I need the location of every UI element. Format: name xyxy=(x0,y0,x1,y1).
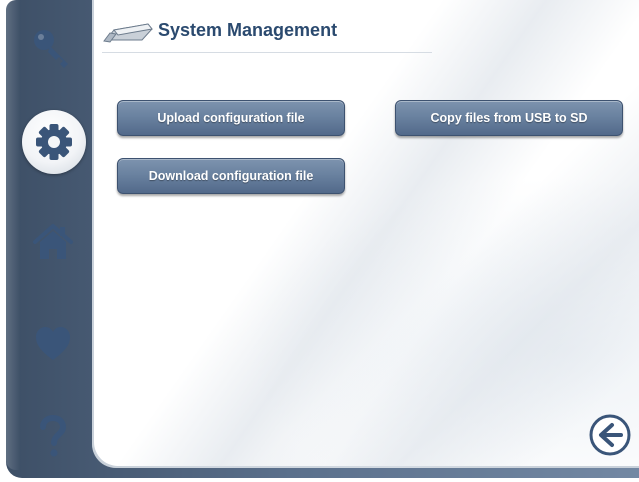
upload-config-label: Upload configuration file xyxy=(157,111,305,125)
back-button[interactable] xyxy=(589,414,631,456)
copy-usb-to-sd-label: Copy files from USB to SD xyxy=(430,111,588,125)
copy-usb-to-sd-button[interactable]: Copy files from USB to SD xyxy=(395,100,623,136)
question-mark-icon xyxy=(40,415,67,457)
key-icon xyxy=(34,30,68,68)
nav-favorites-button[interactable] xyxy=(22,313,84,375)
download-config-button[interactable]: Download configuration file xyxy=(117,158,345,194)
nav-key-button[interactable] xyxy=(22,18,84,80)
gear-icon xyxy=(36,124,72,160)
usb-drive-icon xyxy=(103,23,153,43)
sidebar-shine xyxy=(6,0,20,470)
content-panel xyxy=(92,0,639,468)
upload-config-button[interactable]: Upload configuration file xyxy=(117,100,345,136)
page-title: System Management xyxy=(158,20,338,40)
nav-settings-button[interactable] xyxy=(22,110,86,174)
download-config-label: Download configuration file xyxy=(148,169,314,183)
nav-home-button[interactable] xyxy=(22,211,84,273)
home-icon xyxy=(33,224,73,259)
page-header: System Management xyxy=(102,14,432,53)
heart-icon xyxy=(36,327,70,360)
back-arrow-icon xyxy=(589,414,631,456)
nav-help-button[interactable] xyxy=(22,406,84,468)
